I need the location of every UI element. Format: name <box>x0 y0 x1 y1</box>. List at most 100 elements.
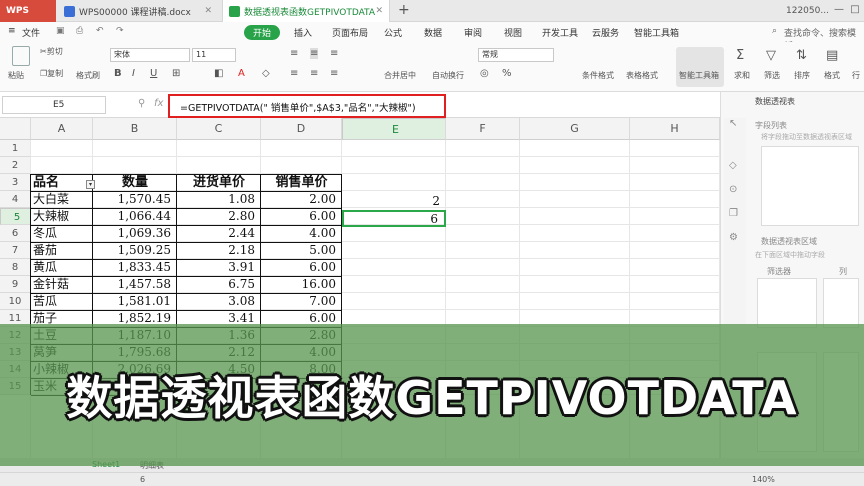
tab-page-layout[interactable]: 页面布局 <box>332 26 368 39</box>
table-cell[interactable]: 7.00 <box>261 293 342 310</box>
align-center-icon[interactable]: ≡ <box>310 68 318 79</box>
font-size-select[interactable]: 11 <box>192 48 236 62</box>
align-top-icon[interactable]: ≡ <box>290 48 298 59</box>
table-cell[interactable]: 黄瓜 <box>31 259 93 276</box>
font-name-select[interactable]: 宋体 <box>110 48 190 62</box>
underline-icon[interactable]: U <box>150 68 157 79</box>
tab-formula[interactable]: 公式 <box>384 26 402 39</box>
copy-doc-icon[interactable]: ❐ <box>729 208 738 219</box>
number-format-select[interactable]: 常规 <box>478 48 554 62</box>
format-icon[interactable]: ▤ <box>826 48 838 63</box>
cursor-icon[interactable]: ↖ <box>729 118 737 129</box>
table-cell[interactable]: 冬瓜 <box>31 225 93 242</box>
smart-toolbox-button[interactable] <box>676 47 724 87</box>
format-painter-button[interactable]: 格式刷 <box>76 70 100 81</box>
column-header[interactable]: H <box>630 118 720 140</box>
column-header[interactable]: B <box>93 118 177 140</box>
sort-button[interactable]: 排序 <box>794 70 810 81</box>
table-cell[interactable]: 6.75 <box>177 276 261 293</box>
row-header[interactable]: 8 <box>0 259 31 276</box>
font-color-icon[interactable]: A <box>238 68 245 79</box>
save-icon[interactable]: ▣ <box>56 26 65 36</box>
bold-icon[interactable]: B <box>114 68 122 79</box>
eraser-icon[interactable]: ◇ <box>262 68 270 79</box>
table-cell[interactable]: 2.80 <box>177 208 261 225</box>
align-left-icon[interactable]: ≡ <box>290 68 298 79</box>
table-header-cell[interactable]: 品名 <box>31 174 93 191</box>
table-cell[interactable]: 3.08 <box>177 293 261 310</box>
column-header[interactable]: A <box>31 118 93 140</box>
italic-icon[interactable]: I <box>132 68 135 79</box>
format-button[interactable]: 格式 <box>824 70 840 81</box>
close-icon[interactable]: ✕ <box>375 6 383 16</box>
column-header[interactable]: E <box>342 118 446 140</box>
cell-e4[interactable]: 2 <box>342 194 446 211</box>
align-bottom-icon[interactable]: ≡ <box>330 48 338 59</box>
select-all-corner[interactable] <box>0 118 31 140</box>
tab-doc[interactable]: WPS00000 课程讲稿.docx ✕ <box>58 0 218 22</box>
tab-spreadsheet[interactable]: 数据透视表函数GETPIVOTDATA ✕ <box>222 0 390 22</box>
tab-smart-toolbox[interactable]: 智能工具箱 <box>634 26 679 39</box>
backup-icon[interactable]: ⊙ <box>729 184 737 195</box>
table-cell[interactable]: 4.00 <box>261 225 342 242</box>
rows-button[interactable]: 行 <box>852 70 860 81</box>
table-cell[interactable]: 金针菇 <box>31 276 93 293</box>
new-tab-button[interactable]: + <box>398 2 410 18</box>
cell-e5-selected[interactable]: 6 <box>342 210 446 227</box>
table-cell[interactable]: 5.00 <box>261 242 342 259</box>
row-header[interactable]: 1 <box>0 140 31 157</box>
user-name[interactable]: 122050... <box>786 6 829 16</box>
table-cell[interactable]: 苦瓜 <box>31 293 93 310</box>
hamburger-icon[interactable]: ≡ <box>8 26 16 36</box>
tools-icon[interactable]: ⚙ <box>729 232 738 243</box>
close-icon[interactable]: ✕ <box>204 6 212 16</box>
align-middle-icon[interactable]: ≡ <box>310 48 319 59</box>
table-header-cell[interactable]: 数量 <box>93 174 177 191</box>
tab-data[interactable]: 数据 <box>424 26 442 39</box>
wps-home-tab[interactable]: WPS <box>0 0 56 22</box>
border-icon[interactable]: ⊞ <box>172 68 180 79</box>
row-header[interactable]: 6 <box>0 225 31 242</box>
table-cell[interactable]: 2.00 <box>261 191 342 208</box>
table-cell[interactable]: 1,066.44 <box>93 208 177 225</box>
field-list-box[interactable] <box>761 146 859 226</box>
tab-developer[interactable]: 开发工具 <box>542 26 578 39</box>
copy-button[interactable]: ❐复制 <box>40 68 63 79</box>
tab-start[interactable]: 开始 <box>244 25 281 40</box>
table-cell[interactable]: 1,833.45 <box>93 259 177 276</box>
table-style-button[interactable]: 表格格式 <box>626 70 658 81</box>
paste-button[interactable]: 粘贴 <box>8 70 24 81</box>
table-cell[interactable]: 大白菜 <box>31 191 93 208</box>
fill-color-icon[interactable]: ◧ <box>214 68 223 79</box>
sum-button[interactable]: 求和 <box>734 70 750 81</box>
filter-dropdown-icon[interactable]: ▾ <box>86 180 95 189</box>
row-header[interactable]: 5 <box>0 208 31 225</box>
tab-view[interactable]: 视图 <box>504 26 522 39</box>
print-icon[interactable]: ⎙ <box>76 26 83 36</box>
filter-icon[interactable]: ▽ <box>766 48 776 63</box>
column-header[interactable]: G <box>520 118 630 140</box>
cut-button[interactable]: ✂剪切 <box>40 46 63 57</box>
row-header[interactable]: 9 <box>0 276 31 293</box>
filter-button[interactable]: 筛选 <box>764 70 780 81</box>
shape-icon[interactable]: ◇ <box>729 160 737 171</box>
table-cell[interactable]: 1,457.58 <box>93 276 177 293</box>
table-header-cell[interactable]: 销售单价 <box>261 174 342 191</box>
minimize-icon[interactable]: — <box>832 4 846 18</box>
tab-review[interactable]: 审阅 <box>464 26 482 39</box>
maximize-icon[interactable]: □ <box>848 4 862 18</box>
table-cell[interactable]: 3.91 <box>177 259 261 276</box>
conditional-format-button[interactable]: 条件格式 <box>582 70 614 81</box>
row-header[interactable]: 10 <box>0 293 31 310</box>
row-header[interactable]: 3 <box>0 174 31 191</box>
wrap-text-button[interactable]: 自动换行 <box>432 70 464 81</box>
tab-cloud[interactable]: 云服务 <box>592 26 619 39</box>
table-header-cell[interactable]: 进货单价 <box>177 174 261 191</box>
sum-icon[interactable]: Σ <box>736 48 744 63</box>
name-box[interactable]: E5 <box>2 96 106 114</box>
table-cell[interactable]: 大辣椒 <box>31 208 93 225</box>
table-cell[interactable]: 1,069.36 <box>93 225 177 242</box>
row-header[interactable]: 7 <box>0 242 31 259</box>
currency-icon[interactable]: ◎ <box>480 68 489 79</box>
fx-icon[interactable]: fx <box>154 98 163 109</box>
